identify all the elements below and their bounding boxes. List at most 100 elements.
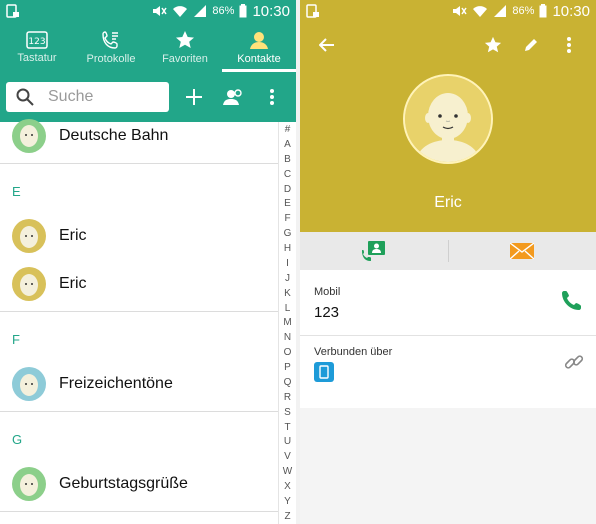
detail-action-bar xyxy=(300,22,596,68)
index-letter[interactable]: E xyxy=(284,198,291,209)
phone-entry[interactable]: Mobil 123 xyxy=(300,270,596,336)
tab-tastatur[interactable]: 123 Tastatur xyxy=(0,22,74,72)
overflow-menu-icon xyxy=(270,89,275,105)
quick-actions-bar xyxy=(300,232,596,270)
index-letter[interactable]: I xyxy=(286,258,289,269)
svg-text:123: 123 xyxy=(28,37,45,47)
section-header: F xyxy=(12,332,20,347)
index-letter[interactable]: Z xyxy=(284,511,290,522)
device-account-icon[interactable] xyxy=(314,362,334,382)
more-options-button[interactable] xyxy=(255,79,290,115)
call-log-icon xyxy=(102,30,118,49)
screenshot-icon xyxy=(6,4,19,18)
index-letter[interactable]: D xyxy=(284,184,291,195)
contact-name: Geburtstagsgrüße xyxy=(59,475,188,492)
link-icon xyxy=(564,355,584,369)
index-letter[interactable]: Q xyxy=(284,377,292,388)
person-face-icon xyxy=(20,374,38,396)
index-letter[interactable]: A xyxy=(284,139,291,150)
overflow-menu-icon xyxy=(567,37,571,53)
index-letter[interactable]: F xyxy=(284,213,290,224)
star-icon xyxy=(176,30,194,48)
contact-icon xyxy=(250,31,268,49)
edit-button[interactable] xyxy=(512,26,550,64)
signal-icon xyxy=(194,5,207,17)
phone-device-icon xyxy=(319,365,329,379)
avatar xyxy=(12,367,46,401)
more-options-button[interactable] xyxy=(550,26,588,64)
call-button[interactable] xyxy=(562,290,582,315)
avatar xyxy=(12,267,46,301)
plus-icon xyxy=(186,89,203,105)
favorite-button[interactable] xyxy=(474,26,512,64)
index-letter[interactable]: C xyxy=(284,169,291,180)
index-letter[interactable]: S xyxy=(284,407,291,418)
phone-number: 123 xyxy=(314,304,340,321)
index-letter[interactable]: O xyxy=(284,347,292,358)
index-letter[interactable]: R xyxy=(284,392,291,403)
index-letter[interactable]: X xyxy=(284,481,291,492)
contact-header-card: 86% 10:30 Eric xyxy=(300,0,596,232)
tab-favoriten[interactable]: Favoriten xyxy=(148,22,222,72)
groups-button[interactable] xyxy=(216,79,251,115)
signal-icon xyxy=(494,5,507,17)
contact-photo[interactable] xyxy=(403,74,493,164)
person-face-icon xyxy=(20,226,38,248)
avatar xyxy=(12,219,46,253)
tab-kontakte[interactable]: Kontakte xyxy=(222,22,296,72)
list-item[interactable]: Eric xyxy=(0,260,278,308)
index-letter[interactable]: M xyxy=(283,317,291,328)
divider xyxy=(0,163,278,164)
status-bar: 86% 10:30 xyxy=(0,0,296,22)
index-letter[interactable]: B xyxy=(284,154,291,165)
person-face-icon xyxy=(20,474,38,496)
index-letter[interactable]: # xyxy=(285,124,291,135)
contact-list: Deutsche Bahn E Eric Eric F Freizeichent… xyxy=(0,119,296,524)
link-button[interactable] xyxy=(564,352,584,377)
index-letter[interactable]: U xyxy=(284,436,291,447)
tab-label: Protokolle xyxy=(86,52,136,65)
list-item[interactable]: Geburtstagsgrüße xyxy=(0,460,278,508)
tab-label: Favoriten xyxy=(162,52,208,65)
add-contact-button[interactable] xyxy=(177,79,212,115)
call-contact-button[interactable] xyxy=(300,232,448,270)
index-letter[interactable]: K xyxy=(284,288,291,299)
list-item[interactable]: Eric xyxy=(0,212,278,260)
search-placeholder: Suche xyxy=(48,88,94,105)
mail-icon xyxy=(510,243,535,259)
index-letter[interactable]: W xyxy=(283,466,292,477)
alphabet-index[interactable]: # A B C D E F G H I J K L M N O P Q R S T U V W X Y Z xyxy=(278,122,296,524)
index-letter[interactable]: Y xyxy=(284,496,291,507)
status-bar: 86% 10:30 xyxy=(300,0,596,22)
battery-icon xyxy=(539,4,547,18)
avatar xyxy=(12,467,46,501)
list-item[interactable]: Freizeichentöne xyxy=(0,360,278,408)
contact-name: Deutsche Bahn xyxy=(59,127,169,144)
tab-bar: 123 Tastatur Protokolle Favoriten Kontak… xyxy=(0,22,296,72)
wifi-icon xyxy=(173,6,188,17)
index-letter[interactable]: G xyxy=(284,228,292,239)
index-letter[interactable]: T xyxy=(284,422,290,433)
person-face-icon xyxy=(405,76,491,162)
index-letter[interactable]: V xyxy=(284,451,291,462)
index-letter[interactable]: L xyxy=(285,303,291,314)
section-header: G xyxy=(12,432,23,447)
divider xyxy=(0,511,278,512)
index-letter[interactable]: J xyxy=(285,273,290,284)
contact-name: Freizeichentöne xyxy=(59,375,173,392)
index-letter[interactable]: N xyxy=(284,332,291,343)
contact-name: Eric xyxy=(434,194,462,211)
screenshot-icon xyxy=(306,4,319,18)
divider xyxy=(0,411,278,412)
tab-protokolle[interactable]: Protokolle xyxy=(74,22,148,72)
search-input[interactable]: Suche xyxy=(6,82,169,112)
back-button[interactable] xyxy=(308,26,346,64)
email-contact-button[interactable] xyxy=(449,232,596,270)
linked-accounts-entry: Verbunden über xyxy=(300,336,596,408)
list-item[interactable]: Deutsche Bahn xyxy=(0,112,278,160)
index-letter[interactable]: H xyxy=(284,243,291,254)
index-letter[interactable]: P xyxy=(284,362,291,373)
tab-label: Tastatur xyxy=(17,51,57,64)
groups-icon xyxy=(223,89,242,105)
clock: 10:30 xyxy=(252,2,290,20)
